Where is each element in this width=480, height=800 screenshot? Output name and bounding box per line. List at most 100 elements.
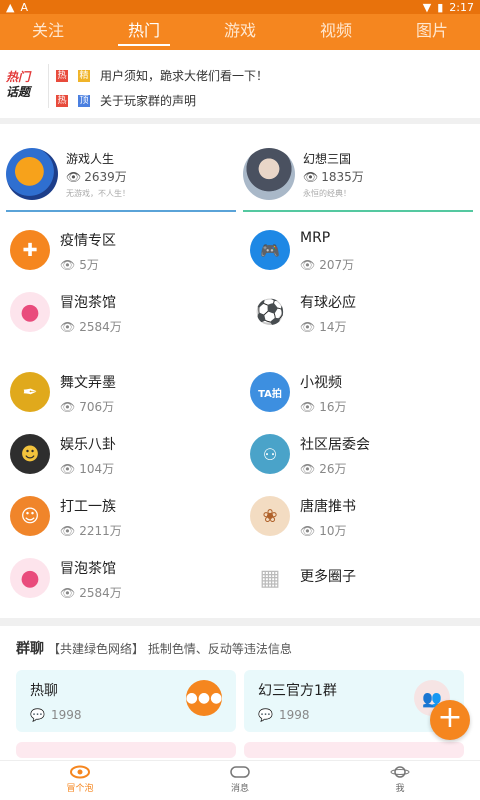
group-chat-name: 热聊: [30, 683, 58, 699]
circle-count-value: 706万: [79, 400, 115, 414]
circle-item[interactable]: ❀ 唐唐推书 👁 10万: [250, 496, 470, 552]
camera-icon: TA拍: [250, 372, 290, 412]
featured-slogan: 永恒的经典！: [303, 189, 351, 198]
featured-underline: [243, 210, 473, 212]
circle-item[interactable]: ✚ 疫情专区 👁 5万: [10, 230, 230, 286]
circle-count-value: 2211万: [79, 524, 122, 538]
group-chat-count-value: 1998: [278, 708, 310, 722]
grid-icon: ▦: [250, 558, 290, 598]
book-avatar-icon: ❀: [250, 496, 290, 536]
eye-icon: 👁: [60, 399, 76, 414]
circle-item[interactable]: ● 冒泡茶馆 👁 2584万: [10, 292, 230, 348]
eye-icon: 👁: [60, 319, 76, 334]
bottom-tab-label: 冒个泡: [66, 784, 94, 794]
mask-icon: ☻: [10, 434, 50, 474]
worker-icon: ☺: [10, 496, 50, 536]
add-post-button[interactable]: +: [430, 700, 470, 740]
circle-count: 👁 16万: [300, 398, 347, 415]
circle-count: 👁 207万: [300, 256, 354, 273]
circle-item[interactable]: ⚇ 社区居委会 👁 26万: [250, 434, 470, 490]
circle-name: 有球必应: [300, 295, 356, 311]
hot-topics: 热门 话题 热 精 用户须知，跪求大佬们看一下！ 热 顶 关于玩家群的声明: [0, 50, 480, 124]
featured-circle-fantasy-three-kingdoms[interactable]: 幻想三国 👁 1835万 永恒的经典！: [243, 130, 473, 212]
community-icon: ⚇: [250, 434, 290, 474]
circle-item[interactable]: ☺ 打工一族 👁 2211万: [10, 496, 230, 552]
tab-images[interactable]: 图片: [384, 14, 480, 50]
circle-count-value: 2584万: [79, 320, 122, 334]
circle-count: 👁 10万: [300, 522, 347, 539]
app-screen: ▲ A ▼ ▮ 2:17 关注 热门 游戏 视频 图片 热门 话题 热 精 用户…: [0, 0, 480, 800]
featured-count-value: 1835万: [321, 170, 364, 184]
circle-count-value: 207万: [319, 258, 355, 272]
circle-count-value: 14万: [319, 320, 347, 334]
planet-icon: [390, 766, 410, 778]
section-divider: [0, 618, 480, 626]
circle-count: 👁 2584万: [60, 318, 122, 335]
chat-icon: 💬: [30, 708, 45, 722]
circle-count: 👁 5万: [60, 256, 99, 273]
circle-count: 👁 14万: [300, 318, 347, 335]
featured-circles: 游戏人生 👁 2639万 无游戏，不人生！ 幻想三国 👁 1835万 永恒的经典…: [0, 130, 480, 216]
featured-circle-game-life[interactable]: 游戏人生 👁 2639万 无游戏，不人生！: [6, 130, 236, 212]
bottom-tab-label: 消息: [230, 784, 249, 794]
teapot-icon: ●: [10, 558, 50, 598]
featured-count: 👁 1835万: [303, 168, 364, 185]
tab-videos[interactable]: 视频: [288, 14, 384, 50]
hot-badge-line1: 热门: [6, 70, 31, 84]
eye-icon: 👁: [60, 585, 76, 600]
group-chat-card[interactable]: 热聊 💬 1998 ●●●: [16, 670, 236, 732]
circle-item[interactable]: 🎮 MRP 👁 207万: [250, 230, 470, 286]
circle-name: 更多圈子: [300, 569, 356, 585]
circle-count: 👁 2584万: [60, 584, 122, 601]
group-chat-count-value: 1998: [50, 708, 82, 722]
circle-name: 小视频: [300, 375, 342, 391]
group-chat-count: 💬 1998: [258, 708, 310, 722]
circle-item[interactable]: TA拍 小视频 👁 16万: [250, 372, 470, 428]
circle-name: MRP: [300, 230, 331, 246]
tab-hot[interactable]: 热门: [96, 14, 192, 50]
group-chat-card-partial[interactable]: [16, 742, 236, 758]
circle-count: 👁 2211万: [60, 522, 122, 539]
group-chat-subtitle: 【共建绿色网络】 抵制色情、反动等违法信息: [48, 641, 292, 656]
circle-name: 冒泡茶馆: [60, 295, 116, 311]
top-tab-bar: 关注 热门 游戏 视频 图片: [0, 14, 480, 50]
more-circles-item[interactable]: ▦ 更多圈子: [250, 558, 470, 614]
bottom-tab-me[interactable]: 我: [320, 761, 480, 800]
circle-count-value: 16万: [319, 400, 347, 414]
status-time: 2:17: [449, 0, 474, 14]
circle-item[interactable]: ✒ 舞文弄墨 👁 706万: [10, 372, 230, 428]
bottom-tab-messages[interactable]: 消息: [160, 761, 320, 800]
eye-icon: 👁: [303, 169, 319, 184]
eye-icon: [70, 765, 90, 779]
circle-name: 疫情专区: [60, 233, 116, 249]
circle-item[interactable]: ⚽ 有球必应 👁 14万: [250, 292, 470, 348]
bottom-tab-home[interactable]: 冒个泡: [0, 761, 160, 800]
group-chat-card-partial[interactable]: [244, 742, 464, 758]
status-bar: ▲ A ▼ ▮ 2:17: [0, 0, 480, 14]
eye-icon: 👁: [300, 257, 316, 272]
hot-topics-badge: 热门 话题: [6, 70, 44, 102]
circle-count-value: 26万: [319, 462, 347, 476]
circle-count-value: 10万: [319, 524, 347, 538]
circle-count: 👁 706万: [60, 398, 114, 415]
hot-topic-item[interactable]: 热 顶 关于玩家群的声明: [56, 92, 196, 109]
circle-name: 唐唐推书: [300, 499, 356, 515]
circle-name: 冒泡茶馆: [60, 561, 116, 577]
featured-name: 游戏人生: [66, 152, 115, 166]
circle-count: 👁 26万: [300, 460, 347, 477]
status-right: ▼ ▮ 2:17: [423, 0, 474, 14]
battery-icon: ▮: [437, 0, 444, 14]
eye-icon: 👁: [66, 169, 82, 184]
circle-name: 打工一族: [60, 499, 116, 515]
circle-item[interactable]: ● 冒泡茶馆 👁 2584万: [10, 558, 230, 614]
tab-games[interactable]: 游戏: [192, 14, 288, 50]
pinned-tag: 顶: [78, 94, 90, 107]
hot-topic-text: 关于玩家群的声明: [100, 94, 197, 108]
divider: [48, 64, 49, 108]
tab-following[interactable]: 关注: [0, 14, 96, 50]
featured-underline: [6, 210, 236, 212]
hot-tag: 热: [56, 69, 68, 82]
circle-item[interactable]: ☻ 娱乐八卦 👁 104万: [10, 434, 230, 490]
featured-tag: 精: [78, 69, 90, 82]
hot-topic-item[interactable]: 热 精 用户须知，跪求大佬们看一下！: [56, 67, 268, 84]
